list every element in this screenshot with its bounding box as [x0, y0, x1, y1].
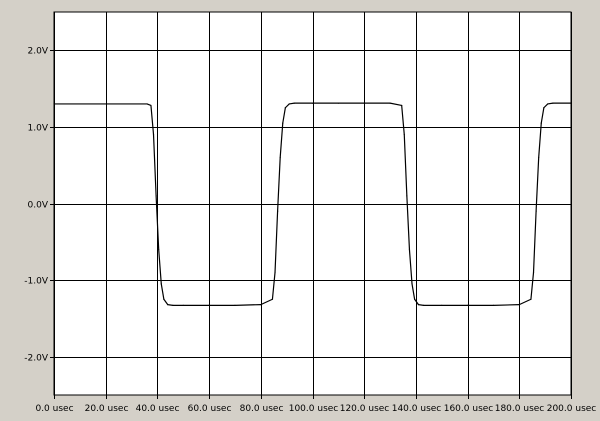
trace-point	[260, 304, 262, 306]
trace-point	[158, 248, 160, 251]
y-tick-label: 1.0V	[28, 124, 49, 134]
trace-point	[182, 304, 184, 306]
trace-point	[271, 298, 274, 300]
trace-point	[530, 298, 532, 300]
trace-point	[417, 304, 420, 306]
trace-point	[540, 122, 542, 124]
y-tick-label: -1.0V	[24, 277, 49, 287]
trace-point	[543, 107, 545, 109]
trace-point	[234, 304, 236, 306]
plot-area	[54, 12, 571, 395]
y-tick-label: 2.0V	[28, 47, 49, 57]
x-tick-label: 140.0 usec	[392, 404, 442, 414]
trace-point	[163, 298, 165, 300]
trace-point	[538, 156, 540, 159]
trace-point	[274, 271, 276, 274]
trace-point	[389, 102, 391, 104]
x-tick-label: 20.0 usec	[85, 404, 129, 414]
trace-point	[279, 156, 281, 159]
oscilloscope-chart: 2.0V 1.0V 0.0V -1.0V -2.0V 0.0 usec 20.0 usec…	[0, 0, 600, 421]
trace-point	[467, 304, 469, 306]
trace-point	[532, 271, 535, 274]
trace-point	[208, 304, 210, 306]
trace-point	[337, 102, 339, 104]
x-tick-label: 40.0 usec	[136, 404, 180, 414]
trace-point	[150, 104, 152, 107]
trace-point	[408, 248, 411, 251]
trace-point	[518, 304, 520, 306]
x-tick-label: 60.0 usec	[188, 404, 232, 414]
x-tick-label: 180.0 usec	[495, 404, 545, 414]
trace-point	[535, 210, 537, 212]
x-tick-label: 160.0 usec	[444, 404, 494, 414]
trace-point	[282, 122, 284, 124]
trace-point	[146, 103, 148, 105]
trace-point	[293, 102, 295, 104]
trace-point	[288, 103, 290, 105]
trace-point	[284, 107, 286, 109]
trace-point	[277, 210, 279, 212]
x-tick-label: 120.0 usec	[340, 404, 390, 414]
trace-point	[406, 195, 408, 197]
trace-point	[441, 304, 443, 306]
trace-point	[155, 195, 157, 197]
trace-point	[152, 133, 155, 136]
y-tick-label: 0.0V	[28, 201, 49, 211]
trace-point	[172, 304, 174, 306]
trace-point	[414, 298, 416, 300]
trace-point	[167, 304, 169, 306]
x-tick-label: 0.0 usec	[35, 404, 73, 414]
trace-point	[160, 283, 162, 285]
trace-point	[411, 283, 413, 285]
trace-point	[547, 103, 549, 105]
x-tick-label: 80.0 usec	[240, 404, 284, 414]
trace-point	[423, 304, 425, 306]
trace-point	[403, 133, 405, 136]
trace-point	[363, 102, 365, 104]
y-tick-label: -2.0V	[24, 354, 49, 364]
trace-point	[552, 102, 554, 104]
x-tick-label: 100.0 usec	[289, 404, 339, 414]
trace-point	[401, 104, 403, 107]
trace-point	[492, 304, 495, 306]
trace-point	[311, 102, 314, 104]
x-tick-label: 200.0 usec	[547, 404, 597, 414]
